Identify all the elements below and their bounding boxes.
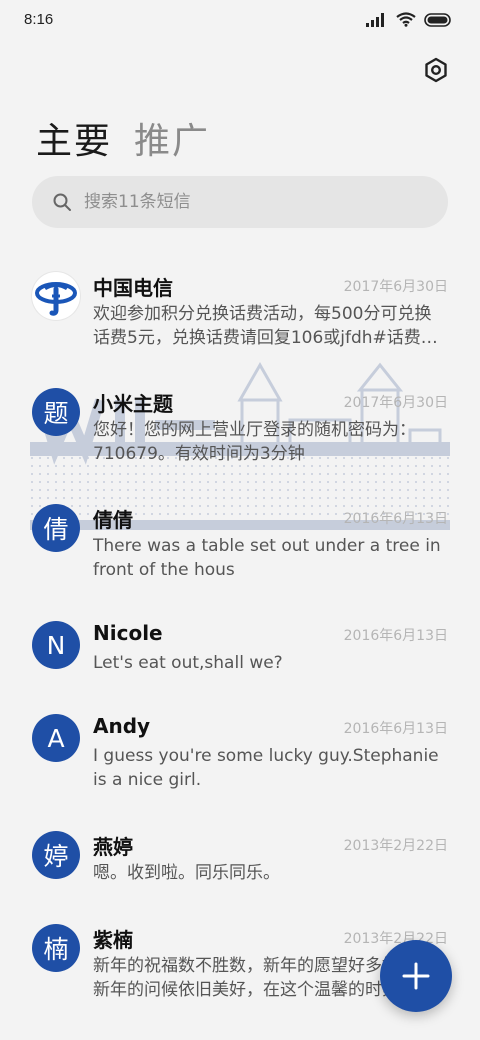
message-preview: Let's eat out,shall we? <box>93 651 448 675</box>
preview-line: 您好！您的网上营业厅登录的随机密码为： <box>93 420 416 440</box>
avatar: A <box>32 714 80 762</box>
message-date: 2017年6月30日 <box>343 395 448 411</box>
message-preview: 您好！您的网上营业厅登录的随机密码为： 710679。有效时间为3分钟 <box>93 418 448 466</box>
message-date: 2013年2月22日 <box>343 838 448 854</box>
message-preview: I guess you're some lucky guy.Stephanie … <box>93 744 448 792</box>
new-message-button[interactable] <box>380 940 452 1012</box>
sender-name: 燕婷 <box>93 835 133 859</box>
preview-line: There was a table set out under a tree i… <box>93 536 441 556</box>
preview-line: is a nice girl. <box>93 770 202 790</box>
sender-name: 中国电信 <box>93 276 173 300</box>
avatar: 婷 <box>32 831 80 879</box>
avatar: 倩 <box>32 504 80 552</box>
message-date: 2016年6月13日 <box>343 511 448 527</box>
sender-name: 紫楠 <box>93 928 133 952</box>
avatar: 楠 <box>32 924 80 972</box>
messages-screen: 8:16 主要 推广 搜索11条短信 中国电信 2017年6月30日 欢迎参加积… <box>0 0 480 1040</box>
plus-icon <box>402 962 430 990</box>
message-preview: 欢迎参加积分兑换话费活动，每500分可兑换 话费5元，兑换话费请回复106或jf… <box>93 302 448 350</box>
message-date: 2016年6月13日 <box>343 721 448 737</box>
message-date: 2016年6月13日 <box>343 628 448 644</box>
avatar: N <box>32 621 80 669</box>
avatar: 题 <box>32 388 80 436</box>
sender-name: 小米主题 <box>93 392 173 416</box>
preview-line: 嗯。收到啦。同乐同乐。 <box>93 863 280 883</box>
message-date: 2017年6月30日 <box>343 279 448 295</box>
preview-line: front of the hous <box>93 560 235 580</box>
sender-name: Nicole <box>93 621 163 645</box>
message-preview: 嗯。收到啦。同乐同乐。 <box>93 861 448 885</box>
sender-name: 倩倩 <box>93 508 133 532</box>
sender-name: Andy <box>93 714 151 738</box>
china-telecom-logo-icon <box>35 282 77 316</box>
preview-line: 710679。有效时间为3分钟 <box>93 444 305 464</box>
preview-line: Let's eat out,shall we? <box>93 653 283 673</box>
avatar <box>32 272 80 320</box>
preview-line: I guess you're some lucky guy.Stephanie <box>93 746 439 766</box>
preview-line: 欢迎参加积分兑换话费活动，每500分可兑换 <box>93 304 432 324</box>
preview-line: 话费5元，兑换话费请回复106或jfdh#话费… <box>93 328 438 348</box>
message-preview: There was a table set out under a tree i… <box>93 534 448 582</box>
message-list: 中国电信 2017年6月30日 欢迎参加积分兑换话费活动，每500分可兑换 话费… <box>0 0 480 1040</box>
